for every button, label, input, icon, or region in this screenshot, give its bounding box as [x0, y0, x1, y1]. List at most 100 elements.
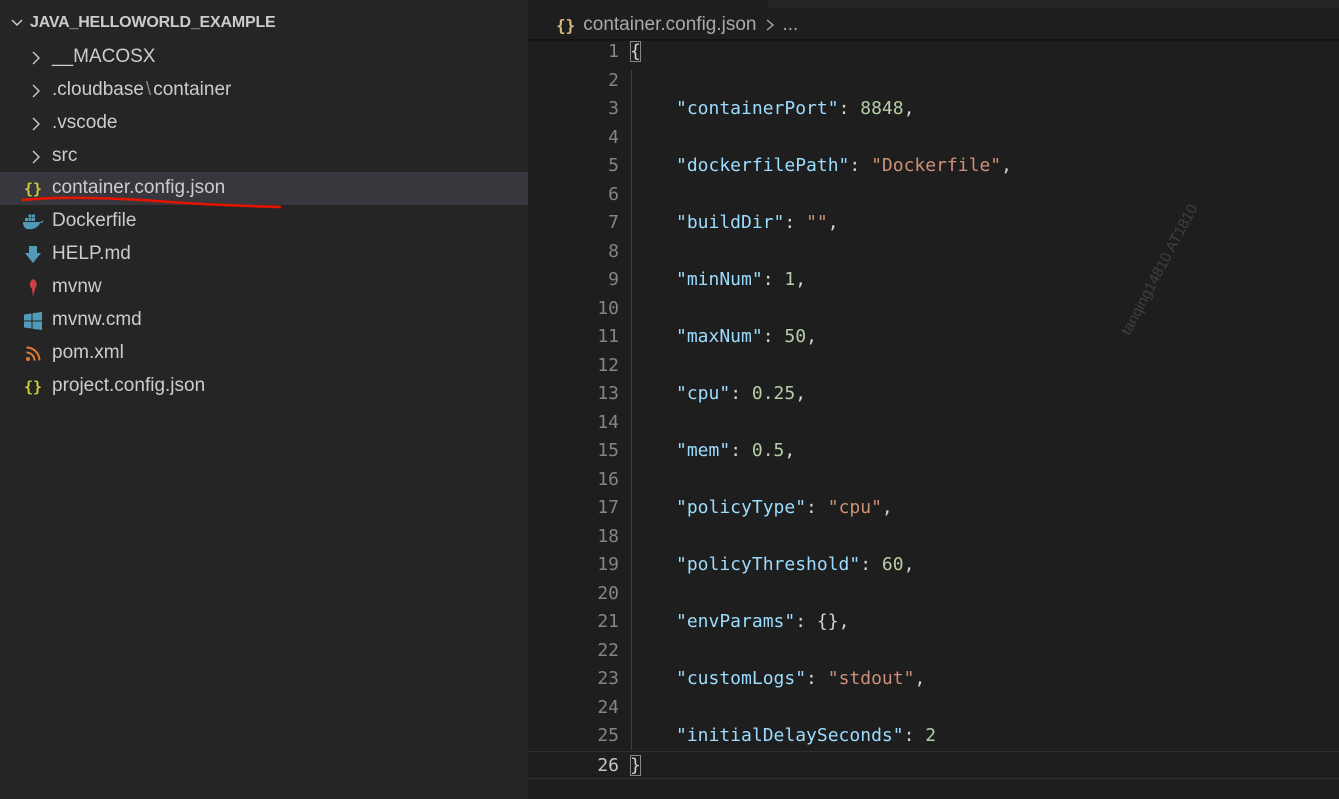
- code-text: "customLogs": "stdout",: [676, 665, 925, 693]
- code-line[interactable]: 18: [528, 523, 1339, 551]
- file-mvnw[interactable]: mvnw: [0, 271, 528, 304]
- json-key: "cpu": [676, 383, 731, 404]
- json-value: "": [806, 212, 828, 233]
- json-comma: ,: [795, 383, 807, 404]
- chevron-right-icon: [32, 150, 40, 164]
- json-key: "mem": [676, 440, 731, 461]
- code-line[interactable]: 6: [528, 181, 1339, 209]
- json-braces-icon: {}: [22, 376, 44, 398]
- code-line[interactable]: 26}: [528, 750, 1339, 779]
- json-comma: ,: [903, 554, 915, 575]
- json-value: "stdout": [827, 668, 915, 689]
- file-project-config-json[interactable]: {} project.config.json: [0, 370, 528, 403]
- maven-feather-icon: [22, 277, 44, 299]
- tree-item-label-2[interactable]: container: [153, 79, 231, 100]
- breadcrumb-file[interactable]: container.config.json: [583, 14, 756, 36]
- json-value: 0.5: [751, 440, 785, 461]
- file-help-md[interactable]: HELP.md: [0, 238, 528, 271]
- line-number: 20: [597, 582, 619, 604]
- code-line[interactable]: 13 "cpu": 0.25,: [528, 380, 1339, 408]
- tree-item-label: mvnw.cmd: [52, 309, 142, 330]
- folder-src[interactable]: src: [0, 140, 528, 173]
- code-text: "mem": 0.5,: [676, 437, 795, 465]
- json-colon: :: [784, 212, 807, 233]
- tree-item-label: HELP.md: [52, 243, 131, 264]
- code-line[interactable]: 8: [528, 238, 1339, 266]
- line-number: 5: [608, 155, 619, 176]
- red-annotation-underline: [21, 196, 282, 209]
- json-value: 1: [784, 269, 796, 290]
- code-line[interactable]: 10: [528, 295, 1339, 323]
- json-colon: :: [762, 326, 785, 347]
- explorer-root-folder[interactable]: JAVA_HELLOWORLD_EXAMPLE: [0, 8, 528, 38]
- line-number: 22: [597, 639, 619, 661]
- json-punct: }: [630, 754, 641, 776]
- json-colon: :: [762, 269, 785, 290]
- code-line[interactable]: 1{: [528, 38, 1339, 66]
- code-line[interactable]: 5 "dockerfilePath": "Dockerfile",: [528, 152, 1339, 180]
- chevron-right-icon: [766, 19, 774, 31]
- json-punct: {: [630, 41, 641, 62]
- code-line[interactable]: 17 "policyType": "cpu",: [528, 494, 1339, 522]
- code-line[interactable]: 7 "buildDir": "",: [528, 209, 1339, 237]
- code-line[interactable]: 3 "containerPort": 8848,: [528, 95, 1339, 123]
- line-number: 11: [597, 326, 619, 347]
- chevron-right-icon: [32, 51, 40, 65]
- chevron-right-icon: [32, 84, 40, 98]
- line-number: 3: [608, 98, 619, 119]
- line-number: 16: [597, 468, 619, 490]
- code-text: "maxNum": 50,: [676, 323, 817, 351]
- file-pom-xml[interactable]: pom.xml: [0, 337, 528, 370]
- code-line[interactable]: 21 "envParams": {},: [528, 608, 1339, 636]
- tree-item-label: project.config.json: [52, 375, 206, 396]
- line-number: 9: [608, 269, 619, 290]
- tree-item-label[interactable]: .cloudbase: [52, 79, 144, 100]
- line-number: 2: [608, 69, 619, 91]
- json-value: 50: [784, 326, 807, 347]
- code-text: "containerPort": 8848,: [676, 95, 914, 123]
- code-line[interactable]: 14: [528, 409, 1339, 437]
- line-number: 7: [608, 212, 619, 233]
- breadcrumb-more[interactable]: ...: [783, 14, 799, 36]
- path-separator: \: [145, 79, 152, 100]
- json-key: "maxNum": [676, 326, 763, 347]
- json-value: 2: [925, 725, 937, 746]
- chevron-down-icon: [11, 19, 23, 27]
- code-line[interactable]: 19 "policyThreshold": 60,: [528, 551, 1339, 579]
- tree-item-label: pom.xml: [52, 342, 124, 363]
- json-comma: ,: [903, 98, 915, 119]
- file-mvnw-cmd[interactable]: mvnw.cmd: [0, 304, 528, 337]
- json-key: "policyThreshold": [676, 554, 861, 575]
- code-line[interactable]: 22: [528, 637, 1339, 665]
- code-line[interactable]: 15 "mem": 0.5,: [528, 437, 1339, 465]
- code-line[interactable]: 24: [528, 694, 1339, 722]
- windows-icon: [22, 310, 44, 332]
- json-value: "Dockerfile": [871, 155, 1002, 176]
- json-comma: ,: [914, 668, 926, 689]
- folder-macosx[interactable]: __MACOSX: [0, 41, 528, 74]
- json-value: 0.25: [751, 383, 796, 404]
- code-line[interactable]: 11 "maxNum": 50,: [528, 323, 1339, 351]
- line-number: 8: [608, 240, 619, 262]
- tree-item-label: mvnw: [52, 276, 102, 297]
- code-text: "cpu": 0.25,: [676, 380, 806, 408]
- code-text: "initialDelaySeconds": 2: [676, 722, 936, 750]
- code-line[interactable]: 4: [528, 124, 1339, 152]
- folder-cloudbase-container[interactable]: .cloudbase \ container: [0, 74, 528, 107]
- rss-xml-icon: [22, 343, 44, 365]
- json-colon: :: [860, 554, 882, 575]
- markdown-download-icon: [22, 244, 44, 266]
- code-line[interactable]: 2: [528, 67, 1339, 95]
- json-value: {}: [816, 611, 839, 632]
- code-line[interactable]: 9 "minNum": 1,: [528, 266, 1339, 294]
- folder-vscode[interactable]: .vscode: [0, 107, 528, 140]
- code-text: "minNum": 1,: [676, 266, 806, 294]
- json-comma: ,: [784, 440, 796, 461]
- code-line[interactable]: 20: [528, 580, 1339, 608]
- line-number: 23: [597, 668, 619, 689]
- line-number: 15: [597, 440, 619, 461]
- code-line[interactable]: 25 "initialDelaySeconds": 2: [528, 722, 1339, 750]
- code-line[interactable]: 23 "customLogs": "stdout",: [528, 665, 1339, 693]
- code-line[interactable]: 16: [528, 466, 1339, 494]
- code-line[interactable]: 12: [528, 352, 1339, 380]
